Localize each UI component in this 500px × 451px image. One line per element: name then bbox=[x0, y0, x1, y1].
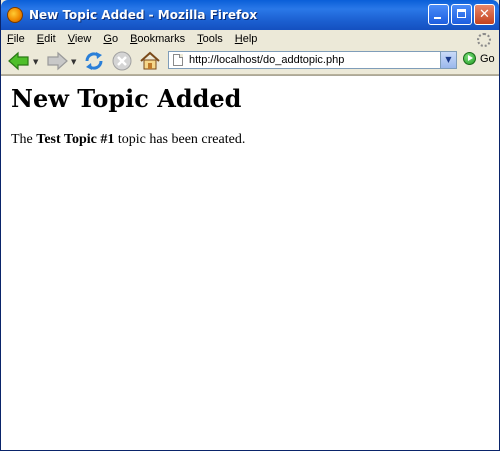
menu-edit[interactable]: Edit bbox=[37, 33, 56, 45]
url-input[interactable] bbox=[189, 53, 429, 67]
confirmation-message: The Test Topic #1 topic has been created… bbox=[11, 132, 245, 148]
reload-icon bbox=[85, 52, 103, 70]
maximize-icon bbox=[457, 9, 466, 18]
window-title: New Topic Added - Mozilla Firefox bbox=[29, 8, 258, 22]
menu-go[interactable]: Go bbox=[103, 33, 118, 45]
menu-view[interactable]: View bbox=[68, 33, 92, 45]
menu-bar: File Edit View Go Bookmarks Tools Help bbox=[1, 30, 499, 49]
minimize-button[interactable] bbox=[428, 4, 449, 25]
forward-button[interactable] bbox=[45, 51, 69, 71]
close-button[interactable]: ✕ bbox=[474, 4, 495, 25]
throbber-icon bbox=[477, 33, 491, 47]
maximize-button[interactable] bbox=[451, 4, 472, 25]
back-button[interactable] bbox=[7, 51, 31, 71]
forward-history-dropdown-icon[interactable]: ▼ bbox=[71, 58, 76, 66]
page-icon bbox=[173, 54, 183, 66]
window-controls: ✕ bbox=[428, 4, 495, 25]
go-arrow-icon bbox=[463, 52, 476, 65]
page-content: New Topic Added The Test Topic #1 topic … bbox=[1, 75, 499, 450]
page-heading: New Topic Added bbox=[11, 84, 242, 113]
stop-icon bbox=[112, 51, 132, 71]
stop-button[interactable] bbox=[111, 50, 133, 72]
back-history-dropdown-icon[interactable]: ▼ bbox=[33, 58, 38, 66]
message-prefix: The bbox=[11, 132, 37, 147]
back-arrow-icon bbox=[8, 51, 29, 71]
go-button[interactable]: Go bbox=[463, 52, 495, 65]
go-label: Go bbox=[480, 52, 495, 65]
menu-bookmarks[interactable]: Bookmarks bbox=[130, 33, 185, 45]
topic-name: Test Topic #1 bbox=[36, 132, 115, 147]
minimize-icon bbox=[434, 17, 441, 19]
forward-arrow-icon bbox=[47, 51, 68, 71]
menu-tools[interactable]: Tools bbox=[197, 33, 223, 45]
menu-help[interactable]: Help bbox=[235, 33, 258, 45]
home-button[interactable] bbox=[139, 50, 161, 72]
close-icon: ✕ bbox=[479, 7, 490, 22]
url-history-dropdown-icon[interactable]: ▼ bbox=[440, 52, 456, 68]
firefox-logo-icon bbox=[7, 7, 23, 23]
menu-file[interactable]: File bbox=[7, 33, 25, 45]
navigation-toolbar: ▼ ▼ http://localhost/do_addtopic.php ▼ G… bbox=[1, 48, 499, 75]
title-bar[interactable]: New Topic Added - Mozilla Firefox ✕ bbox=[1, 0, 499, 30]
message-suffix: topic has been created. bbox=[114, 132, 246, 147]
reload-button[interactable] bbox=[83, 50, 105, 72]
address-bar[interactable]: ▼ bbox=[168, 51, 457, 69]
home-icon bbox=[140, 51, 160, 70]
browser-window: New Topic Added - Mozilla Firefox ✕ File… bbox=[0, 0, 500, 451]
